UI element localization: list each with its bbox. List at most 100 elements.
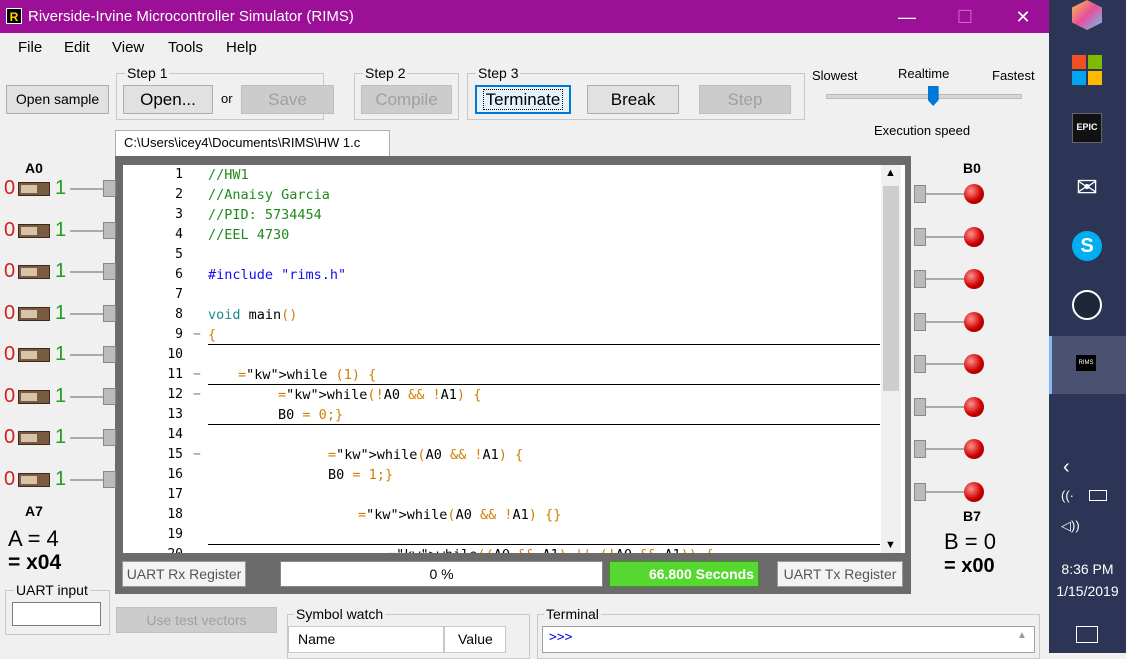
- code-line[interactable]: ="kw">while(!A0 && !A1) {: [278, 387, 481, 403]
- chevron-left-icon[interactable]: ‹: [1063, 456, 1070, 479]
- steam-icon[interactable]: [1072, 290, 1102, 320]
- terminate-label: Terminate: [482, 89, 564, 110]
- input-switch[interactable]: 01: [0, 302, 120, 324]
- battery-icon[interactable]: [1089, 490, 1107, 501]
- symbol-watch-label: Symbol watch: [294, 606, 386, 622]
- code-line[interactable]: //Anaisy Garcia: [208, 187, 330, 203]
- code-line[interactable]: #include "rims.h": [208, 267, 346, 283]
- code-line[interactable]: ="kw">while(A0 && !A1) {}: [358, 507, 561, 523]
- menu-help[interactable]: Help: [226, 39, 257, 56]
- code-line[interactable]: //HW1: [208, 167, 249, 183]
- fold-marker-icon[interactable]: −: [193, 327, 201, 342]
- switch-toggle[interactable]: [18, 389, 50, 404]
- volume-icon[interactable]: ◁)): [1061, 518, 1080, 534]
- uart-input-field[interactable]: [12, 602, 101, 626]
- switch-toggle[interactable]: [18, 265, 50, 279]
- menu-view[interactable]: View: [112, 39, 144, 56]
- file-tab[interactable]: C:\Users\icey4\Documents\RIMS\HW 1.c: [115, 130, 390, 157]
- code-line[interactable]: ="kw">while(A0 && !A1) {: [328, 447, 523, 463]
- compile-button[interactable]: Compile: [361, 85, 452, 114]
- code-line[interactable]: void main(): [208, 307, 297, 323]
- switch-toggle[interactable]: [18, 348, 50, 362]
- wire: [70, 354, 104, 356]
- menu-file[interactable]: File: [18, 39, 42, 56]
- input-switch[interactable]: 01: [0, 468, 120, 490]
- action-center-icon[interactable]: [1076, 626, 1098, 643]
- epic-games-icon[interactable]: EPIC: [1072, 113, 1102, 143]
- switch-toggle[interactable]: [18, 182, 50, 196]
- step-button[interactable]: Step: [699, 85, 791, 114]
- wifi-icon[interactable]: ((·: [1061, 488, 1074, 503]
- office-icon[interactable]: [1072, 55, 1102, 85]
- input-switch[interactable]: 01: [0, 343, 120, 365]
- input-switch[interactable]: 01: [0, 177, 120, 199]
- open-button[interactable]: Open...: [123, 85, 213, 114]
- code-line[interactable]: {: [208, 327, 216, 343]
- code-line[interactable]: //PID: 5734454: [208, 207, 322, 223]
- symbol-col-name[interactable]: Name: [288, 626, 444, 653]
- switch-toggle[interactable]: [18, 306, 50, 321]
- switch-on-label: 1: [55, 260, 67, 282]
- speed-slider-thumb[interactable]: [927, 86, 939, 106]
- symbol-col-value[interactable]: Value: [444, 626, 506, 653]
- speed-slider-track[interactable]: [826, 94, 1022, 99]
- code-line[interactable]: //EEL 4730: [208, 227, 289, 243]
- title-bar[interactable]: R Riverside-Irvine Microcontroller Simul…: [0, 0, 1049, 33]
- switch-toggle[interactable]: [18, 431, 50, 445]
- minimize-button[interactable]: —: [884, 4, 930, 30]
- led-icon: [964, 269, 984, 289]
- menu-tools[interactable]: Tools: [168, 39, 203, 56]
- skype-icon[interactable]: S: [1072, 231, 1102, 261]
- wire: [926, 278, 964, 280]
- switch-toggle[interactable]: [18, 472, 50, 487]
- editor-scrollbar-thumb[interactable]: [883, 186, 899, 391]
- scroll-up-icon[interactable]: ▲: [885, 167, 896, 179]
- code-line[interactable]: ="kw">while((A0 && A1) || (!A0 && A1)) {: [388, 547, 713, 553]
- line-number: 5: [175, 247, 183, 262]
- switch-on-label: 1: [55, 384, 67, 407]
- use-test-vectors-button[interactable]: Use test vectors: [116, 607, 277, 633]
- led-icon: [964, 481, 984, 502]
- input-switch[interactable]: 01: [0, 385, 120, 407]
- rims-taskbar-item[interactable]: RIMS: [1049, 336, 1126, 394]
- taskbar-time[interactable]: 8:36 PM: [1049, 561, 1126, 577]
- input-top-label: A0: [25, 160, 43, 176]
- window-title: Riverside-Irvine Microcontroller Simulat…: [28, 8, 354, 25]
- plug-icon: [914, 440, 926, 458]
- code-line[interactable]: B0 = 0;}: [278, 407, 343, 423]
- close-button[interactable]: ✕: [1000, 4, 1046, 30]
- switch-toggle[interactable]: [18, 223, 50, 238]
- mail-icon[interactable]: ✉: [1072, 172, 1102, 202]
- switch-off-label: 0: [4, 177, 16, 199]
- break-button[interactable]: Break: [587, 85, 679, 114]
- terminate-button[interactable]: Terminate: [475, 85, 571, 114]
- terminal-output[interactable]: >>>: [542, 626, 1035, 653]
- led-icon: [964, 311, 984, 332]
- output-bottom-label: B7: [963, 508, 981, 524]
- save-button[interactable]: Save: [241, 85, 334, 114]
- maximize-button[interactable]: ☐: [942, 4, 988, 30]
- wire: [70, 229, 104, 232]
- input-switch[interactable]: 01: [0, 426, 120, 448]
- terminal-scroll-up-icon[interactable]: ▲: [1017, 630, 1027, 641]
- open-sample-button[interactable]: Open sample: [6, 85, 109, 114]
- output-top-label: B0: [963, 160, 981, 176]
- menu-edit[interactable]: Edit: [64, 39, 90, 56]
- store-app-icon[interactable]: [1072, 0, 1102, 30]
- taskbar-date[interactable]: 1/15/2019: [1049, 583, 1126, 599]
- switch-on-label: 1: [55, 301, 67, 324]
- fold-marker-icon[interactable]: −: [193, 447, 201, 462]
- input-switch[interactable]: 01: [0, 219, 120, 241]
- plug-icon: [914, 227, 926, 246]
- fold-marker-icon[interactable]: −: [193, 367, 201, 382]
- wire: [70, 478, 104, 481]
- input-switch[interactable]: 01: [0, 260, 120, 282]
- code-editor[interactable]: 1 //HW1 2 //Anaisy Garcia 3 //PID: 5734454 4 //…: [123, 165, 905, 553]
- scroll-down-icon[interactable]: ▼: [885, 539, 896, 551]
- switch-on-label: 1: [55, 177, 67, 199]
- line-number: 19: [167, 527, 183, 542]
- fold-marker-icon[interactable]: −: [193, 387, 201, 402]
- code-line[interactable]: ="kw">while (1) {: [238, 367, 376, 383]
- line-number: 4: [175, 227, 183, 242]
- code-line[interactable]: B0 = 1;}: [328, 467, 393, 483]
